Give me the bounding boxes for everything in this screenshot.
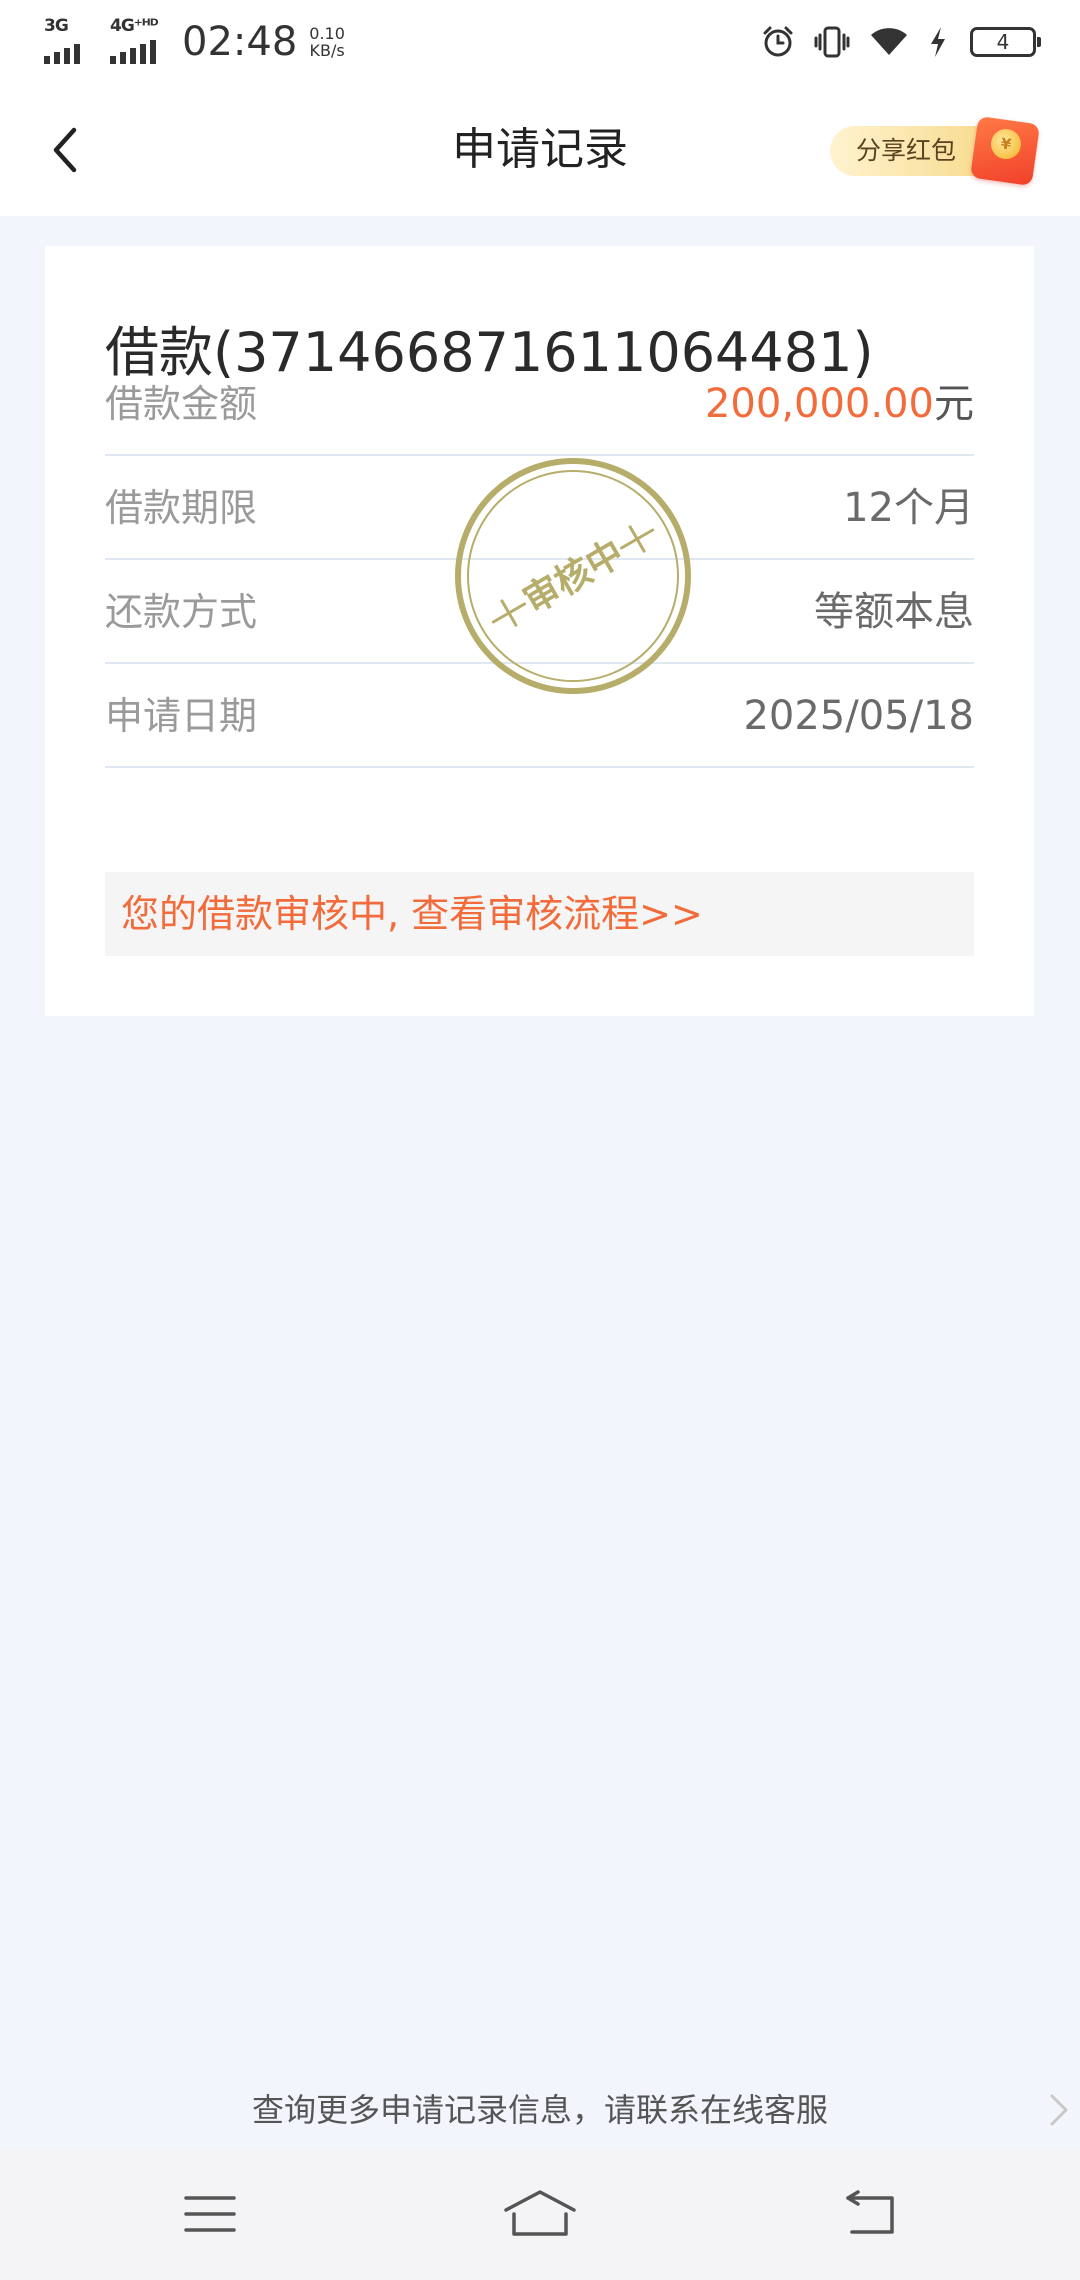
menu-button[interactable] [178, 2184, 242, 2244]
contact-support-text: 查询更多申请记录信息，请联系在线客服 [251, 2091, 828, 2129]
loan-amount-value: 200,000.00 [704, 381, 934, 427]
row-label: 还款方式 [105, 590, 258, 634]
network-speed-unit: KB/s [309, 41, 345, 60]
back-system-button[interactable] [838, 2184, 902, 2244]
application-record-card: 借款(371466871611064481) 借款金额 200,000.00元 … [45, 246, 1034, 1016]
return-icon [846, 2190, 894, 2234]
network-type-label: 4G⁺ᴴᴰ [110, 16, 159, 36]
network-speed: 0.10 KB/s [309, 25, 345, 59]
network-type-label: 3G [44, 16, 69, 36]
row-value: 12个月 [843, 485, 974, 531]
row-application-date: 申请日期 2025/05/18 [105, 664, 974, 768]
status-time: 02:48 [182, 19, 298, 65]
menu-icon [184, 2196, 236, 2232]
network-speed-value: 0.10 [309, 24, 345, 43]
charging-icon [928, 25, 948, 59]
status-bar: 3G 4G⁺ᴴᴰ 02:48 0.10 KB/s 4 [0, 0, 1080, 84]
nav-bar: 申请记录 分享红包 ¥ [0, 84, 1080, 216]
chevron-right-icon [1050, 2094, 1068, 2126]
alarm-icon [760, 24, 796, 60]
wifi-icon [868, 25, 910, 59]
row-label: 申请日期 [105, 694, 258, 738]
row-loan-amount: 借款金额 200,000.00元 [105, 352, 974, 456]
row-repayment-method: 还款方式 等额本息 [105, 560, 974, 664]
home-icon [504, 2190, 576, 2236]
vibrate-icon [814, 24, 850, 60]
coin-icon: ¥ [989, 127, 1023, 162]
battery-level: 4 [970, 27, 1041, 57]
contact-support-link[interactable]: 查询更多申请记录信息，请联系在线客服 [0, 2070, 1080, 2150]
system-navigation-bar [0, 2148, 1080, 2280]
network-4g-signal-icon: 4G⁺ᴴᴰ [110, 18, 162, 66]
row-loan-term: 借款期限 12个月 [105, 456, 974, 560]
share-red-packet-button[interactable]: 分享红包 ¥ [830, 115, 1042, 187]
row-label: 借款期限 [105, 486, 258, 530]
row-label: 借款金额 [105, 382, 258, 426]
row-value: 200,000.00元 [705, 352, 974, 456]
row-value: 2025/05/18 [743, 693, 974, 739]
loan-amount-unit: 元 [934, 381, 974, 427]
red-packet-icon: ¥ [969, 115, 1041, 187]
network-3g-signal-icon: 3G [44, 18, 96, 66]
status-left: 3G 4G⁺ᴴᴰ 02:48 0.10 KB/s [44, 16, 345, 68]
review-process-link[interactable]: 您的借款审核中, 查看审核流程>> [105, 872, 974, 956]
status-right: 4 [742, 20, 1041, 64]
battery-icon: 4 [966, 27, 1041, 57]
home-button[interactable] [502, 2184, 578, 2244]
row-value: 等额本息 [814, 589, 974, 635]
